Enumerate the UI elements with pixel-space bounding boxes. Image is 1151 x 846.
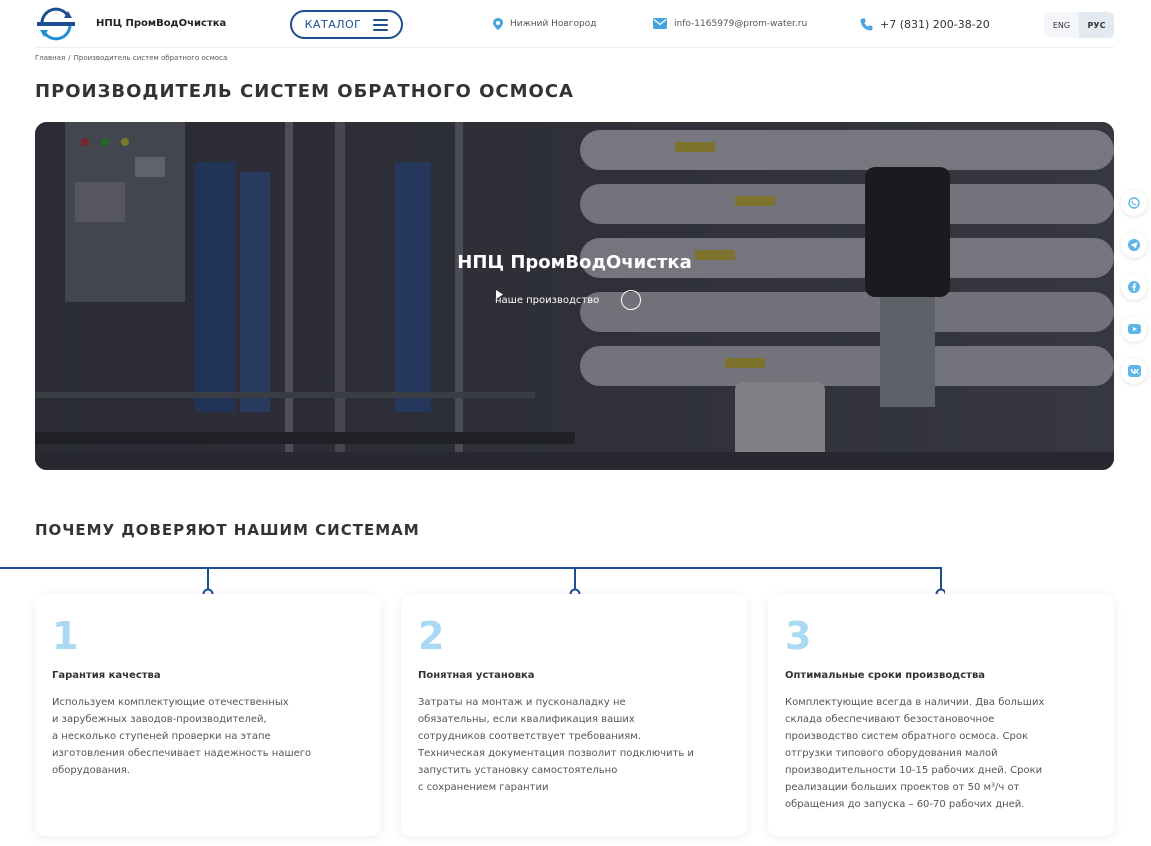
email-link[interactable]: info-1165979@prom-water.ru xyxy=(653,18,807,29)
page-title: ПРОИЗВОДИТЕЛЬ СИСТЕМ ОБРАТНОГО ОСМОСА xyxy=(35,81,574,102)
map-pin-icon xyxy=(493,18,503,30)
feature-card-installation: 2 Понятная установка Затраты на монтаж и… xyxy=(401,594,747,836)
telegram-icon[interactable] xyxy=(1121,232,1147,258)
hero-banner: НПЦ ПромВодОчистка наше производство xyxy=(35,122,1114,470)
mail-icon xyxy=(653,18,667,29)
breadcrumb: Главная / Производитель систем обратного… xyxy=(35,54,227,62)
phone-text: +7 (831) 200-38-20 xyxy=(880,18,990,31)
card-number: 3 xyxy=(785,614,812,658)
breadcrumb-current: Производитель систем обратного осмоса xyxy=(73,54,228,62)
email-text: info-1165979@prom-water.ru xyxy=(674,18,808,29)
production-video-link[interactable]: наше производство xyxy=(495,290,642,310)
menu-icon xyxy=(373,18,389,31)
breadcrumb-home[interactable]: Главная xyxy=(35,54,65,62)
feature-card-timing: 3 Оптимальные сроки производства Комплек… xyxy=(768,594,1114,836)
lang-eng[interactable]: ENG xyxy=(1044,12,1079,38)
breadcrumb-separator: / xyxy=(68,54,71,62)
play-icon[interactable] xyxy=(496,290,642,310)
feature-card-quality: 1 Гарантия качества Используем комплекту… xyxy=(35,594,381,836)
catalog-button[interactable]: КАТАЛОГ xyxy=(290,10,403,39)
card-text: Комплектующие всегда в наличии. Два боль… xyxy=(785,697,1045,810)
phone-icon xyxy=(860,18,873,31)
card-text: Затраты на монтаж и пусконаладку не обяз… xyxy=(418,697,694,793)
card-title: Гарантия качества xyxy=(52,670,161,681)
card-number: 1 xyxy=(52,614,79,658)
company-logo[interactable] xyxy=(35,6,77,42)
social-sidebar xyxy=(1121,190,1147,384)
card-title: Оптимальные сроки производства xyxy=(785,670,986,681)
youtube-icon[interactable] xyxy=(1121,316,1147,342)
header-divider xyxy=(35,47,1114,48)
section-title-why: ПОЧЕМУ ДОВЕРЯЮТ НАШИМ СИСТЕМАМ xyxy=(35,521,420,539)
phone-link[interactable]: +7 (831) 200-38-20 xyxy=(860,18,990,31)
brand-name[interactable]: НПЦ ПромВодОчистка xyxy=(96,18,226,29)
lang-rus[interactable]: РУС xyxy=(1079,12,1114,38)
whatsapp-icon[interactable] xyxy=(1121,190,1147,216)
location-text: Нижний Новгород xyxy=(510,19,597,29)
language-switcher: ENG РУС xyxy=(1044,12,1114,38)
vk-icon[interactable] xyxy=(1121,358,1147,384)
catalog-label: КАТАЛОГ xyxy=(304,18,362,31)
site-header: НПЦ ПромВодОчистка КАТАЛОГ Нижний Новгор… xyxy=(0,0,1151,48)
hero-title: НПЦ ПромВодОчистка xyxy=(457,252,692,273)
card-text: Используем комплектующие отечественных и… xyxy=(52,697,312,776)
production-link-label: наше производство xyxy=(495,294,600,306)
facebook-icon[interactable] xyxy=(1121,274,1147,300)
location[interactable]: Нижний Новгород xyxy=(493,18,596,30)
card-number: 2 xyxy=(418,614,445,658)
card-title: Понятная установка xyxy=(418,670,535,681)
